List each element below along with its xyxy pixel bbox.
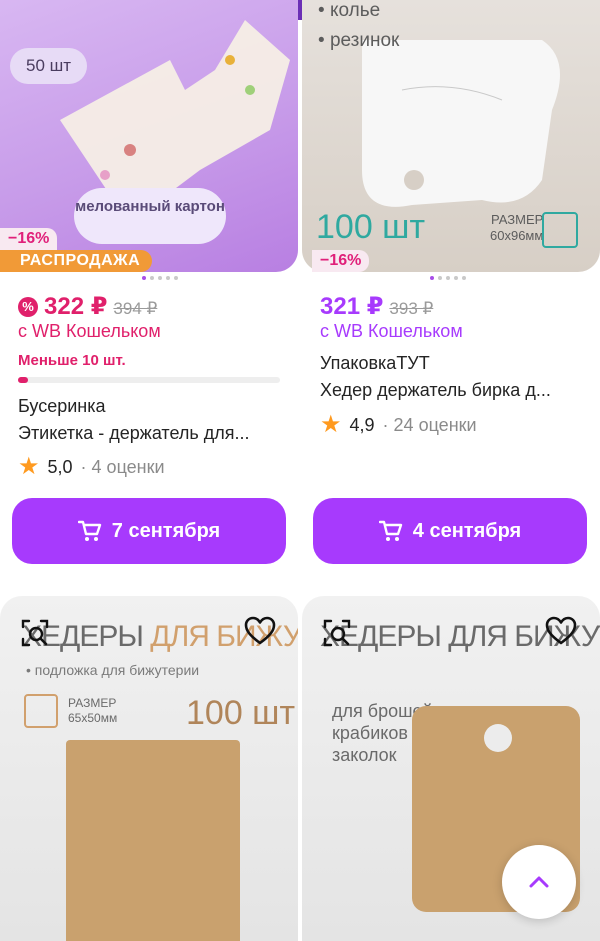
material-label: мелованный картон (74, 188, 226, 244)
stock-note: Меньше 10 шт. (18, 352, 126, 369)
add-to-cart-button[interactable]: 4 сентября (313, 498, 587, 564)
brand-name[interactable]: УпаковкаТУТ (320, 353, 430, 374)
pager-dot (438, 276, 442, 280)
size-value: 65x50мм (68, 711, 118, 725)
pager-dot (462, 276, 466, 280)
feature-item: колье (329, 0, 381, 21)
price: 321 ₽ (320, 293, 384, 320)
feature-list: • колье • резинок (318, 0, 400, 51)
heart-icon[interactable] (544, 614, 578, 648)
delivery-date: 4 сентября (412, 519, 522, 542)
reviews-count[interactable]: · 24 оценки (383, 415, 477, 436)
search-similar-icon[interactable] (18, 616, 52, 650)
feature-item: резинок (329, 30, 400, 51)
photo-qty: 100 шт (316, 208, 426, 246)
old-price: 393 ₽ (389, 299, 434, 318)
star-icon: ★ (18, 453, 40, 480)
photo-subtitle: • подложка для бижутерии (26, 662, 200, 678)
expand-icon (24, 694, 58, 728)
size-value: 60x96мм (490, 228, 544, 243)
card-hole (484, 724, 512, 752)
scroll-to-top-button[interactable] (502, 845, 576, 919)
wallet-note: с WB Кошельком (18, 321, 161, 341)
pager-dot (446, 276, 450, 280)
price: 322 ₽ (44, 293, 108, 320)
pager-dot (454, 276, 458, 280)
cart-icon (77, 520, 101, 541)
stock-bar-fill (18, 377, 29, 383)
kraft-card-image (66, 740, 240, 941)
rating-value: 5,0 (47, 456, 73, 477)
product-image[interactable]: • колье • резинок 100 шт РАЗМЕР 60x96мм (302, 0, 600, 272)
image-pager-dots (430, 276, 466, 280)
size-label: РАЗМЕР (68, 696, 117, 710)
rating-value: 4,9 (349, 414, 375, 435)
expand-icon (542, 212, 578, 248)
pager-dot-active (142, 276, 146, 280)
stock-bar (18, 377, 280, 383)
sale-badge: РАСПРОДАЖА (0, 250, 153, 272)
pager-dot (158, 276, 162, 280)
wallet-note: с WB Кошельком (320, 321, 463, 341)
photo-size: РАЗМЕР 65x50мм (68, 696, 117, 726)
discount-badge: −16% (312, 250, 370, 272)
image-pager-dots (142, 276, 178, 280)
brand-name[interactable]: Бусеринка (18, 396, 106, 417)
old-price: 394 ₽ (113, 299, 158, 318)
pager-dot (174, 276, 178, 280)
product-title[interactable]: Этикетка - держатель для... (18, 423, 280, 444)
pager-dot-active (430, 276, 434, 280)
rating: ★ 4,9 · 24 оценки (320, 413, 477, 437)
heart-icon[interactable] (243, 614, 277, 648)
price-row: 321 ₽ 393 ₽ (320, 292, 433, 321)
price-row: % 322 ₽ 394 ₽ (18, 292, 157, 321)
percent-badge-icon: % (18, 296, 38, 317)
product-title[interactable]: Хедер держатель бирка д... (320, 380, 582, 401)
search-similar-icon[interactable] (320, 616, 354, 650)
pager-dot (166, 276, 170, 280)
delivery-date: 7 сентября (111, 519, 221, 542)
add-to-cart-button[interactable]: 7 сентября (12, 498, 286, 564)
size-label: РАЗМЕР (490, 212, 544, 227)
star-icon: ★ (320, 411, 342, 438)
quantity-badge: 50 шт (10, 48, 88, 84)
rating: ★ 5,0 · 4 оценки (18, 455, 165, 479)
reviews-count[interactable]: · 4 оценки (81, 457, 165, 478)
chevron-up-icon (529, 876, 549, 888)
pager-dot (150, 276, 154, 280)
cart-icon (378, 520, 402, 541)
photo-qty: 100 шт (186, 694, 296, 732)
discount-badge: −16% (0, 228, 58, 250)
photo-size: РАЗМЕР 60x96мм (490, 212, 543, 244)
